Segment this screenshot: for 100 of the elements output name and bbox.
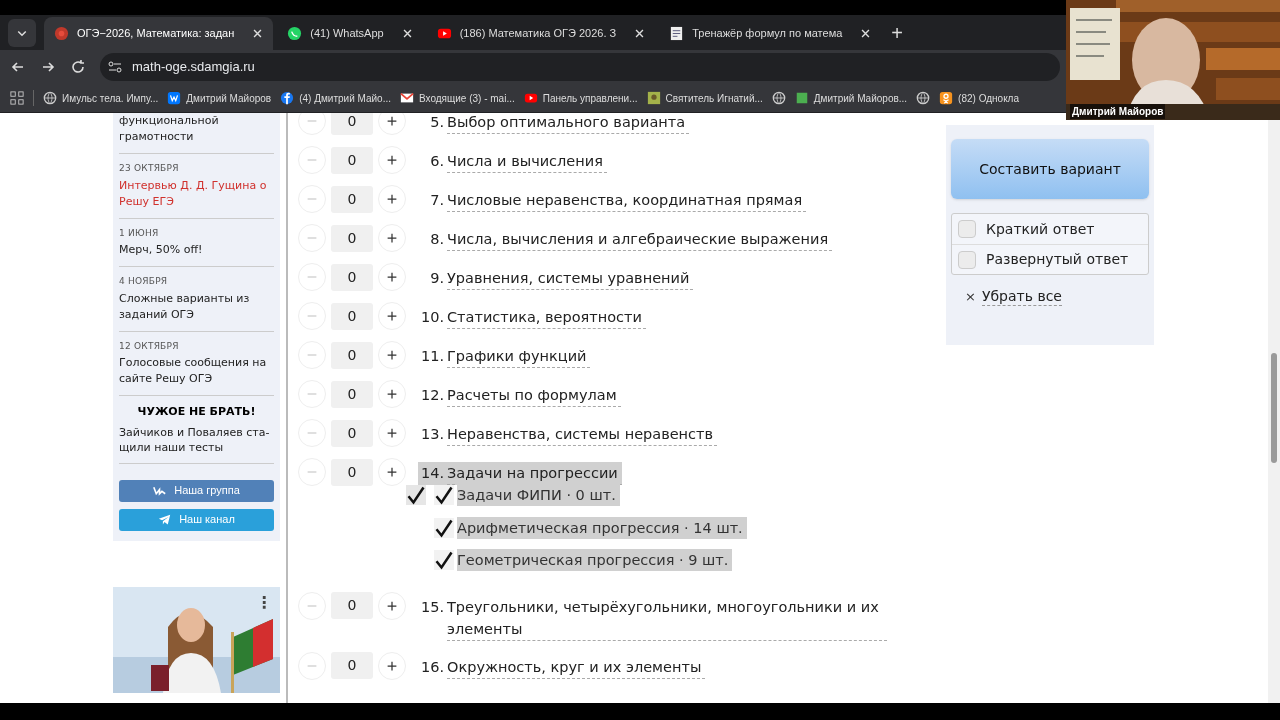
- topic-link[interactable]: 15. Треугольники, четырёхугольники, многоугольники и их элементы: [418, 595, 887, 641]
- topic-link[interactable]: 11. Графики функций: [418, 345, 591, 368]
- checkmark-icon[interactable]: [434, 517, 454, 538]
- count-field[interactable]: 0: [331, 302, 373, 330]
- document-icon: [669, 26, 685, 41]
- paper-plane-icon: [158, 513, 172, 526]
- topic-link[interactable]: 13. Неравенства, системы неравенств: [418, 423, 718, 446]
- close-icon[interactable]: [401, 28, 413, 39]
- chat-bubble-icon: [287, 26, 303, 41]
- bookmark-link[interactable]: Дмитрий Майоров...: [813, 90, 908, 106]
- news-date: 23 ОКТЯБРЯ: [119, 162, 180, 175]
- plus-icon: [387, 311, 397, 321]
- subtopic-label[interactable]: Арифметическая прогрессия · 14 шт.: [457, 516, 747, 539]
- plus-icon: [387, 233, 397, 243]
- count-field[interactable]: 0: [331, 113, 373, 135]
- globe-icon: [43, 91, 57, 105]
- bookmark-link[interactable]: (82) Однокла: [958, 90, 1020, 106]
- play-icon: [523, 91, 538, 105]
- plus-icon: [387, 116, 397, 126]
- plus-icon: [387, 600, 397, 611]
- bookmark-link[interactable]: (4) Дмитрий Майо...: [299, 90, 391, 106]
- checkmark-icon[interactable]: [434, 485, 454, 506]
- topic-link[interactable]: 10. Статистика, вероятности: [418, 306, 646, 329]
- square-icon: [794, 91, 809, 105]
- clear-icon: ×: [965, 287, 976, 307]
- apps-icon[interactable]: [10, 91, 24, 105]
- notice-text: Зайчиков и Поваляев ста-щили наши тесты: [119, 424, 271, 455]
- topic-link[interactable]: 14. Задачи на прогрессии: [418, 462, 622, 485]
- topic-link[interactable]: 8. Числа, вычисления и алгебраические выражения: [418, 228, 833, 251]
- plus-icon: [387, 660, 397, 671]
- count-field[interactable]: 0: [331, 146, 373, 174]
- globe-icon[interactable]: [771, 91, 786, 105]
- news-link[interactable]: Мерч, 50% off!: [119, 242, 274, 258]
- site-settings-icon[interactable]: [108, 60, 122, 74]
- news-link[interactable]: Сложные варианты из заданий ОГЭ: [119, 290, 274, 323]
- reload-icon[interactable]: [70, 59, 86, 75]
- option-label: Развернутый ответ: [986, 250, 1129, 269]
- topic-link[interactable]: 12. Расчеты по формулам: [418, 384, 621, 407]
- address-bar[interactable]: math-oge.sdamgia.ru: [100, 53, 1060, 81]
- option-label: Краткий ответ: [986, 219, 1095, 239]
- group-button[interactable]: Наша группа: [119, 479, 274, 502]
- envelope-icon: [400, 91, 414, 105]
- checkmark-icon[interactable]: [434, 550, 454, 571]
- globe-icon[interactable]: [916, 91, 931, 105]
- url-text: math-oge.sdamgia.ru: [132, 58, 255, 77]
- browser-tab[interactable]: (186) Математика ОГЭ 2026. З: [426, 17, 656, 50]
- clear-all-link[interactable]: Убрать все: [981, 287, 1062, 307]
- count-field[interactable]: 0: [331, 224, 373, 252]
- count-field[interactable]: 0: [331, 185, 373, 213]
- plus-icon: [387, 155, 397, 165]
- person-icon: [939, 91, 954, 105]
- plus-icon: [387, 467, 397, 477]
- topic-link[interactable]: 9. Уравнения, системы уравнений: [418, 267, 694, 290]
- news-link[interactable]: Интервью Д. Д. Гущина о Решу ЕГЭ: [119, 177, 274, 210]
- facebook-icon: [280, 91, 295, 105]
- play-icon: [436, 26, 452, 41]
- record-icon: [54, 26, 69, 41]
- news-link[interactable]: функциональной грамотности: [119, 113, 274, 145]
- checkbox[interactable]: [958, 220, 976, 238]
- more-options-icon[interactable]: ⋮: [256, 590, 272, 615]
- count-field[interactable]: 0: [331, 380, 373, 408]
- close-icon[interactable]: [252, 28, 264, 39]
- plus-icon: [387, 389, 397, 399]
- plus-icon: [387, 350, 397, 360]
- bookmark-link[interactable]: Дмитрий Майоров: [186, 90, 272, 106]
- news-date: 1 ИЮНЯ: [119, 226, 160, 240]
- plus-icon: [387, 194, 397, 204]
- bookmark-link[interactable]: Имульс тела. Импу...: [62, 90, 159, 106]
- topic-link[interactable]: 16. Окружность, круг и их элементы: [418, 655, 706, 679]
- notice-heading: ЧУЖОЕ НЕ БРАТЬ!: [137, 404, 256, 420]
- topic-link[interactable]: 5. Выбор оптимального варианта: [418, 113, 690, 134]
- topic-link[interactable]: 6. Числа и вычисления: [418, 150, 607, 173]
- make-variant-button[interactable]: Составить вариант: [951, 139, 1149, 199]
- bookmark-link[interactable]: Входящие (3) - mai...: [419, 90, 515, 106]
- news-date: 4 НОЯБРЯ: [119, 275, 169, 288]
- plus-icon: [387, 272, 397, 282]
- close-icon[interactable]: [634, 28, 646, 39]
- subtopic-label[interactable]: Геометрическая прогрессия · 9 шт.: [457, 549, 733, 572]
- news-date: 12 ОКТЯБРЯ: [119, 339, 180, 353]
- bookmark-link[interactable]: Панель управлени...: [542, 90, 638, 106]
- browser-tab[interactable]: ОГЭ−2026, Математика: задан: [44, 17, 274, 50]
- count-field[interactable]: 0: [331, 592, 373, 619]
- browser-tab[interactable]: (41) WhatsApp: [277, 17, 423, 50]
- browser-tab[interactable]: Тренажёр формул по матема: [659, 17, 882, 50]
- close-icon[interactable]: [860, 28, 872, 39]
- count-field[interactable]: 0: [331, 263, 373, 291]
- checkbox[interactable]: [958, 250, 976, 269]
- topic-link[interactable]: 7. Числовые неравенства, координатная прямая: [418, 189, 807, 212]
- portrait-icon: [646, 91, 661, 105]
- subtopic-label[interactable]: Задачи ФИПИ · 0 шт.: [457, 484, 620, 507]
- plus-icon: [387, 428, 397, 438]
- new-tab-button[interactable]: +: [891, 22, 904, 43]
- count-field[interactable]: 0: [331, 458, 373, 486]
- bookmark-link[interactable]: Святитель Игнатий...: [665, 90, 763, 106]
- checkmark-icon[interactable]: [406, 485, 426, 506]
- news-link[interactable]: Голосовые сообщения на сайте Решу ОГЭ: [119, 355, 274, 387]
- scrollbar-thumb[interactable]: [1271, 353, 1277, 463]
- count-field[interactable]: 0: [331, 419, 373, 447]
- count-field[interactable]: 0: [331, 341, 373, 369]
- count-field[interactable]: 0: [331, 652, 373, 679]
